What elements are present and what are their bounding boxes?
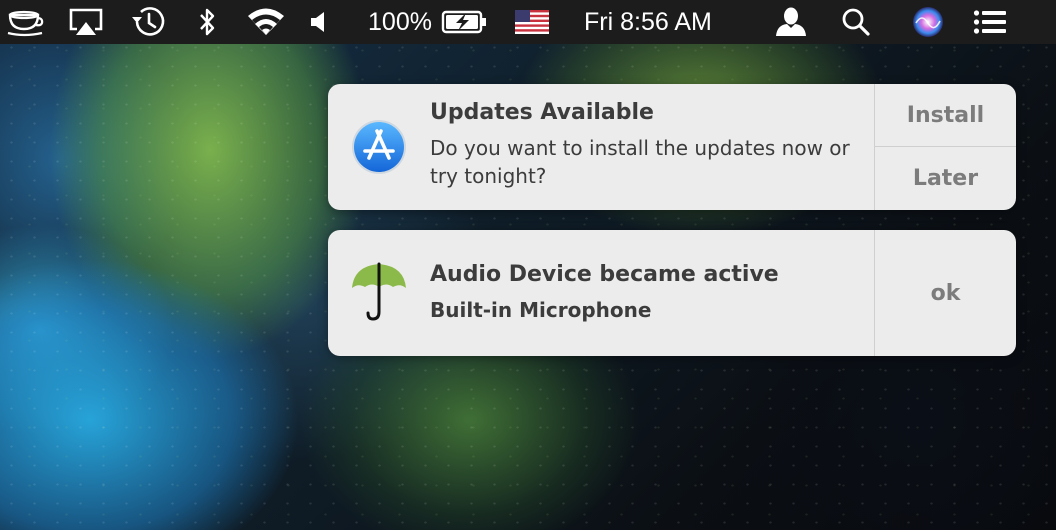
notification-title: Updates Available [430,100,654,125]
volume-icon[interactable] [306,0,330,44]
notification-body[interactable]: Updates Available Do you want to install… [328,84,874,210]
bluetooth-icon[interactable] [194,0,220,44]
spotlight-search-icon[interactable] [838,0,874,44]
notification-updates-available[interactable]: Updates Available Do you want to install… [328,84,1016,210]
caffeine-cup-icon[interactable] [4,0,46,44]
user-icon[interactable] [772,0,810,44]
battery-percent: 100% [368,7,432,36]
later-button[interactable]: Later [875,147,1016,210]
notification-actions: Install Later [874,84,1016,210]
app-store-icon [350,118,408,180]
battery-charging-icon[interactable] [440,0,488,44]
menubar-clock[interactable]: Fri 8:56 AM [584,0,740,44]
notification-center-icon[interactable] [970,0,1010,44]
notification-title: Audio Device became active [430,262,779,287]
notification-audio-device[interactable]: Audio Device became active Built-in Micr… [328,230,1016,356]
notification-body[interactable]: Audio Device became active Built-in Micr… [328,230,874,356]
notification-actions: ok [874,230,1016,356]
time-machine-icon[interactable] [126,0,170,44]
wifi-icon[interactable] [244,0,288,44]
notification-message: Built-in Microphone [430,298,652,322]
notification-message: Do you want to install the updates now o… [430,136,850,188]
airplay-icon[interactable] [66,0,106,44]
menu-bar: 100% Fri 8:56 AM [0,0,1056,44]
install-button[interactable]: Install [875,84,1016,147]
ok-button[interactable]: ok [875,230,1016,356]
umbrella-icon [350,262,408,328]
siri-icon[interactable] [908,0,948,44]
flag-us-icon[interactable] [514,0,550,44]
